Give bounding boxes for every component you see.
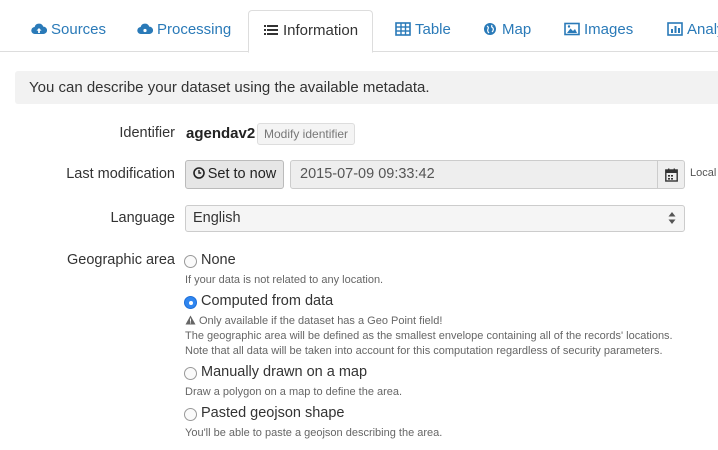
geographic-area-label: Geographic area <box>66 252 175 268</box>
set-to-now-label: Set to now <box>207 166 277 182</box>
table-icon <box>395 22 411 36</box>
tab-label: Sources <box>51 21 107 38</box>
timezone-suffix: Local <box>690 167 717 179</box>
tab-label: Map <box>502 21 532 38</box>
radio-computed[interactable] <box>184 296 197 309</box>
bar-chart-icon <box>667 22 683 36</box>
help-text: If your data is not related to any locat… <box>185 274 384 286</box>
select-arrows-icon <box>668 212 676 224</box>
calendar-button[interactable] <box>657 160 685 189</box>
set-to-now-button[interactable]: Set to now <box>185 160 284 189</box>
tab-label: Processing <box>157 21 232 38</box>
tab-label: Table <box>415 21 451 38</box>
tab-table[interactable]: Table <box>381 10 465 52</box>
tab-sources[interactable]: Sources <box>17 10 120 52</box>
language-select[interactable]: English <box>185 205 685 232</box>
cloud-cog-icon <box>137 23 153 35</box>
list-icon <box>264 25 278 35</box>
tab-information[interactable]: Information <box>248 10 373 53</box>
warning-label: Only available if the dataset has a Geo … <box>199 315 443 327</box>
radio-manual[interactable] <box>184 367 197 380</box>
last-modification-input[interactable]: 2015-07-09 09:33:42 <box>290 160 658 189</box>
globe-icon <box>484 23 496 35</box>
language-label: Language <box>110 210 175 226</box>
radio-label: Computed from data <box>201 293 334 309</box>
help-text: Note that all data will be taken into ac… <box>185 345 663 357</box>
identifier-value: agendav2 <box>186 125 256 142</box>
image-icon <box>564 22 580 36</box>
warning-icon <box>185 315 196 325</box>
help-text: You'll be able to paste a geojson descri… <box>185 427 443 439</box>
tab-label: Analy <box>687 21 718 38</box>
last-modification-label: Last modification <box>66 166 175 182</box>
language-selected-value: English <box>193 210 241 226</box>
tab-label: Images <box>584 21 634 38</box>
info-notice: You can describe your dataset using the … <box>15 71 718 104</box>
tab-label: Information <box>283 22 359 39</box>
clock-icon <box>192 167 205 179</box>
tab-bar: Sources Processing Information Table Map… <box>0 0 718 53</box>
cloud-upload-icon <box>31 23 47 35</box>
help-text: Draw a polygon on a map to define the ar… <box>185 386 403 398</box>
tab-analyze[interactable]: Analy <box>653 10 718 52</box>
radio-geojson[interactable] <box>184 408 197 421</box>
tab-images[interactable]: Images <box>550 10 647 52</box>
identifier-label: Identifier <box>119 125 175 141</box>
radio-label: None <box>201 252 236 268</box>
tab-processing[interactable]: Processing <box>123 10 245 52</box>
radio-label: Pasted geojson shape <box>201 405 345 421</box>
radio-label: Manually drawn on a map <box>201 364 368 380</box>
radio-none[interactable] <box>184 255 197 268</box>
help-text: The geographic area will be defined as t… <box>185 330 673 342</box>
tab-map[interactable]: Map <box>468 10 545 52</box>
calendar-icon <box>665 168 678 182</box>
modify-identifier-button[interactable]: Modify identifier <box>257 123 356 145</box>
warning-text: Only available if the dataset has a Geo … <box>185 314 442 329</box>
